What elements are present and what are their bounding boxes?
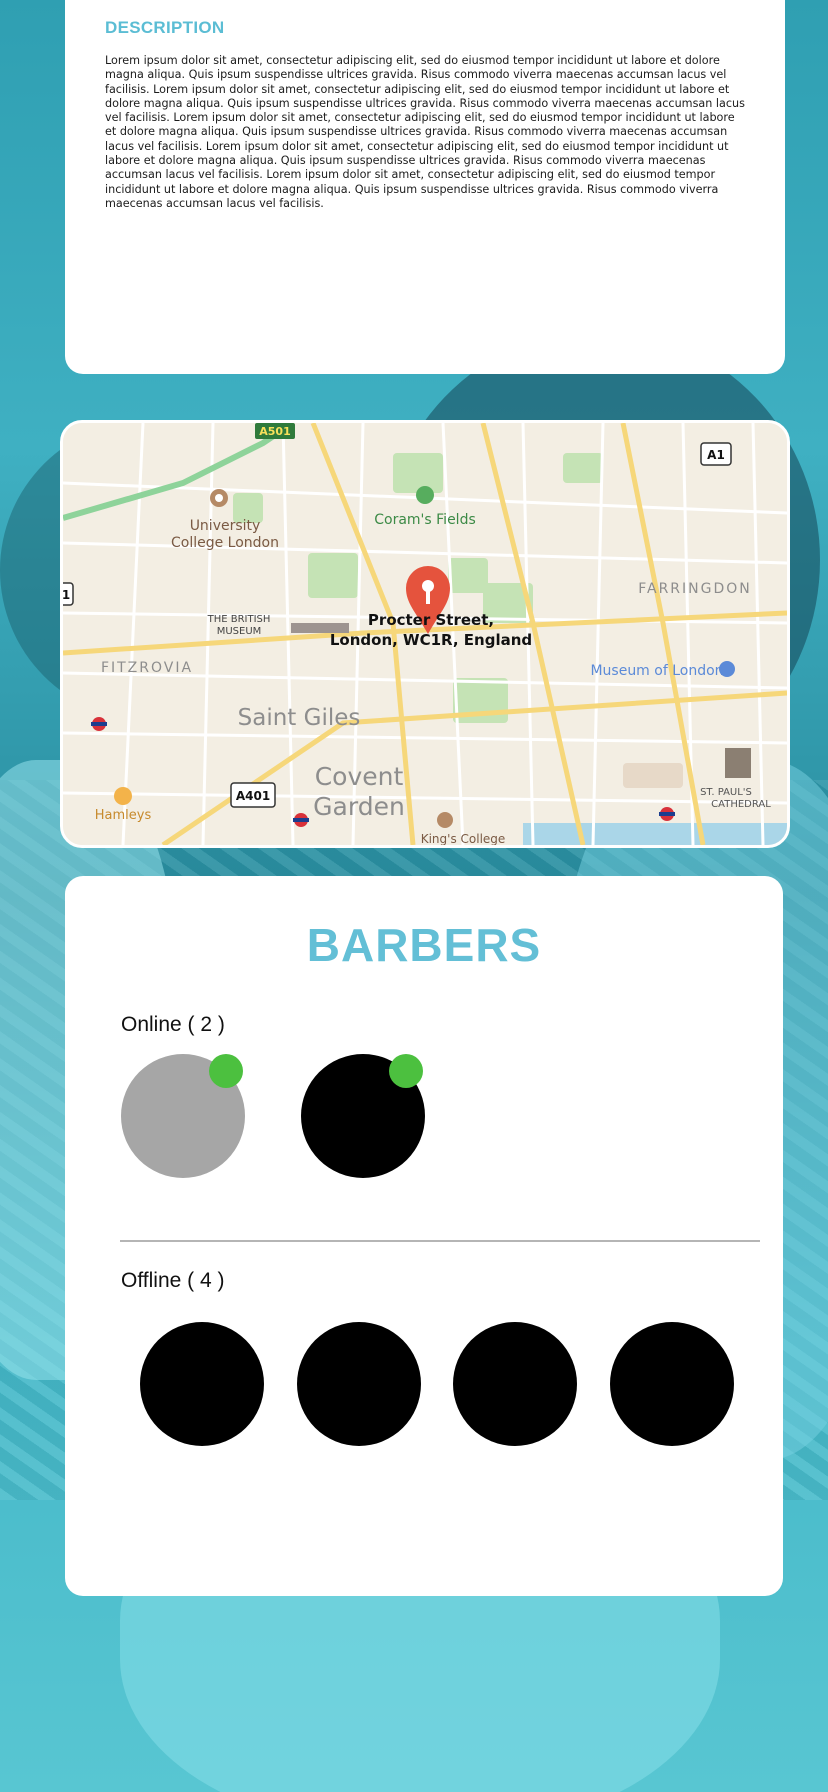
road-a1-label: A1 — [707, 448, 725, 462]
map-label-saint-giles: Saint Giles — [238, 705, 361, 731]
barbers-title: BARBERS — [306, 919, 542, 971]
map-label-kings-college: King's College — [421, 832, 506, 845]
map-label-university: University — [190, 518, 261, 534]
description-text: Lorem ipsum dolor sit amet, consectetur … — [105, 54, 745, 210]
description-title: DESCRIPTION — [105, 18, 225, 37]
map-label-farringdon: FARRINGDON — [638, 581, 752, 597]
map-label-fitzrovia: FITZROVIA — [101, 660, 193, 676]
map-label-covent: Covent — [315, 762, 404, 791]
online-status-dot — [389, 1054, 423, 1088]
map-label-college-london: College London — [171, 535, 279, 551]
location-map[interactable]: A501 A1 1 A401 University College London… — [60, 420, 790, 848]
map-canvas: A501 A1 1 A401 University College London… — [63, 423, 787, 845]
pin-address-line2: London, WC1R, England — [330, 631, 532, 649]
description-card: DESCRIPTION Lorem ipsum dolor sit amet, … — [65, 0, 785, 374]
map-label-corams-fields: Coram's Fields — [374, 512, 476, 528]
map-label-british-museum: THE BRITISH — [207, 614, 271, 625]
barbers-divider — [120, 1240, 760, 1242]
pin-address-line1: Procter Street, — [368, 611, 494, 629]
offline-barber-avatar[interactable] — [297, 1322, 421, 1446]
road-a501-label: A501 — [259, 425, 290, 438]
online-group-label: Online ( 2 ) — [121, 1013, 225, 1036]
offline-barber-avatar[interactable] — [140, 1322, 264, 1446]
map-label-garden: Garden — [313, 792, 405, 821]
road-a401-label: A401 — [236, 789, 270, 803]
offline-group-label: Offline ( 4 ) — [121, 1269, 225, 1292]
map-label-hamleys: Hamleys — [95, 808, 152, 823]
barbers-card: BARBERS Online ( 2 ) Offline ( 4 ) — [65, 876, 783, 1596]
offline-barber-avatar[interactable] — [453, 1322, 577, 1446]
map-label-cathedral: CATHEDRAL — [711, 799, 771, 810]
map-label-st-pauls: ST. PAUL'S — [700, 787, 752, 798]
offline-barber-avatar[interactable] — [610, 1322, 734, 1446]
map-label-museum-of-london: Museum of London — [590, 663, 723, 679]
online-status-dot — [209, 1054, 243, 1088]
map-label-british-museum-2: MUSEUM — [217, 626, 262, 637]
road-1-label: 1 — [63, 588, 70, 602]
